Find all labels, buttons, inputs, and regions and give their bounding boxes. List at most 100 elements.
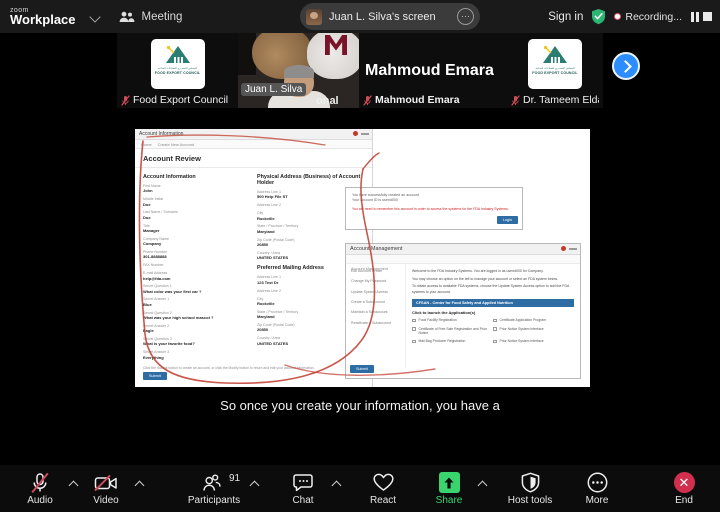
window-title: Account Information (139, 131, 184, 137)
audio-options-caret[interactable] (66, 469, 80, 509)
field-value: Manager (143, 228, 160, 233)
host-tools-button[interactable]: Host tools (499, 465, 561, 512)
pyramid-logo-icon (165, 45, 190, 63)
nav-item-edit-profile[interactable]: Edit Account Profile (351, 269, 405, 273)
end-call-icon: ✕ (673, 472, 695, 494)
section-heading: Physical Address (Business) of Account H… (257, 174, 361, 186)
nav-item-update-access[interactable]: Update System Access (351, 290, 405, 294)
sign-in-button[interactable]: Sign in (548, 11, 583, 23)
window-account-management[interactable]: Account Management Account Management Ed… (345, 243, 581, 379)
form-field: Secret Question 1 What color was your fir… (143, 284, 249, 294)
shared-content[interactable]: Account Information Home Create New Acco… (135, 129, 590, 387)
option-row[interactable]: Certificate Application Program (493, 318, 574, 323)
participant-name: Food Export Council (133, 94, 229, 106)
form-columns: Account Information First Name John Middl… (135, 168, 372, 363)
nav-item-change-password[interactable]: Change My Password (351, 279, 405, 283)
chat-options-caret[interactable] (329, 469, 343, 509)
participant-tile-active-speaker[interactable]: Juan L. Silva onal (238, 33, 359, 108)
logo-english-text: FOOD EXPORT COUNCIL (532, 71, 578, 75)
field-value: help@fda.com (143, 275, 171, 281)
stop-icon[interactable] (703, 12, 712, 21)
checkbox-icon[interactable] (412, 339, 416, 344)
participants-label: Participants (187, 494, 241, 506)
participants-count: 91 (229, 472, 241, 484)
zoom-workplace-logo: zoom Workplace (10, 7, 76, 26)
window-account-information[interactable]: Account Information Home Create New Acco… (135, 129, 373, 387)
checkbox-icon[interactable] (493, 339, 497, 344)
chevron-down-icon[interactable] (90, 11, 102, 23)
option-label: Certificate of Free Sale Registration an… (418, 326, 487, 335)
share-screen-icon (438, 472, 460, 494)
option-row[interactable]: Mail Bag Producer Registration (412, 339, 493, 344)
ellipsis-icon[interactable]: ⋯ (457, 8, 474, 25)
login-button[interactable]: Login (496, 216, 518, 224)
breadcrumb-item-create[interactable]: Create New Account (158, 142, 194, 148)
window-body: Edit Account Profile Change My Password … (346, 264, 580, 368)
video-button[interactable]: Video (80, 465, 132, 512)
participant-name-row: Mahmoud Emara (359, 94, 507, 106)
submit-button[interactable]: Submit (143, 372, 167, 380)
form-footnote: Click the Submit button to create an acc… (143, 366, 315, 371)
option-row[interactable]: Prior Notice System Interface (493, 327, 574, 336)
minimize-icon[interactable] (361, 132, 369, 135)
titlebar-right-group: Sign in Recording... (548, 0, 712, 33)
nav-item-reactivate-subaccount[interactable]: Reactivate a Subaccount (351, 321, 405, 325)
video-options-caret[interactable] (132, 469, 146, 509)
share-button[interactable]: Share (423, 465, 475, 512)
checkbox-icon[interactable] (493, 318, 497, 323)
message-warning: You will need to remember this account i… (352, 206, 509, 211)
meeting-controls-toolbar: Audio Video 91 Participants Chat React S… (0, 465, 720, 512)
field-value: 301-8888888 (143, 254, 167, 260)
pyramid-logo-icon (543, 45, 567, 63)
submit-button-container: Submit (350, 357, 374, 375)
shared-screen-indicator[interactable]: Juan L. Silva's screen ⋯ (300, 3, 480, 30)
participant-logo-avatar: المجلس التصديري للصناعات الغذائية FOOD E… (150, 39, 205, 89)
option-row[interactable]: Food Facility Registration (412, 318, 493, 323)
more-button[interactable]: More (571, 465, 623, 512)
participant-tile[interactable]: المجلس التصديري للصناعات الغذائية FOOD E… (117, 33, 238, 108)
end-label: End (675, 494, 693, 506)
end-meeting-button[interactable]: ✕ End (658, 465, 710, 512)
audio-button[interactable]: Audio (14, 465, 66, 512)
share-options-caret[interactable] (475, 469, 489, 509)
field-value: Doe (143, 201, 151, 207)
window-controls[interactable] (353, 131, 369, 136)
chat-button[interactable]: Chat (277, 465, 329, 512)
pause-icon[interactable] (691, 11, 699, 22)
option-label: Certificate Application Program (499, 318, 547, 323)
option-row[interactable]: Prior Notice System Interface (493, 339, 574, 344)
breadcrumb-item-home[interactable]: Home (141, 142, 152, 148)
filmstrip-next-button[interactable] (612, 52, 640, 80)
close-icon[interactable] (353, 131, 358, 136)
checkbox-icon[interactable] (493, 327, 497, 331)
minimize-icon[interactable] (569, 247, 577, 250)
participant-tile[interactable]: Mahmoud Emara Mahmoud Emara (359, 33, 507, 108)
intro-line-3: To obtain access to available FDA system… (412, 284, 570, 294)
video-label: Video (93, 494, 119, 506)
meeting-menu[interactable]: Meeting (119, 11, 182, 23)
shield-check-icon[interactable] (591, 8, 606, 25)
recording-label: Recording... (625, 10, 682, 23)
recording-controls (691, 11, 712, 22)
brand-large-text: Workplace (10, 12, 76, 27)
option-row[interactable]: Certificate of Free Sale Registration an… (412, 327, 493, 336)
participants-button[interactable]: 91 Participants (181, 465, 247, 512)
option-label: Prior Notice System Interface (499, 326, 544, 331)
participant-name-row: Food Export Council (117, 94, 238, 106)
nav-item-maintain-subaccount[interactable]: Maintain a Subaccount (351, 310, 405, 314)
participant-tile[interactable]: المجلس التصديري للصناعات الغذائية FOOD E… (507, 33, 603, 108)
participants-icon: 91 (203, 472, 240, 494)
window-account-created-message[interactable]: You have successfully created an account… (345, 187, 523, 230)
close-icon[interactable] (561, 246, 566, 251)
checkbox-icon[interactable] (412, 327, 416, 331)
window-controls[interactable] (561, 246, 577, 251)
microphone-muted-icon (511, 94, 520, 106)
participant-logo-avatar: المجلس التصديري للصناعات الغذائية FOOD E… (528, 39, 582, 89)
page-title: Account Review (135, 149, 372, 168)
submit-button[interactable]: Submit (350, 365, 374, 373)
heart-icon (372, 472, 394, 494)
participants-options-caret[interactable] (247, 469, 261, 509)
checkbox-icon[interactable] (412, 318, 416, 323)
react-button[interactable]: React (357, 465, 409, 512)
nav-item-create-subaccount[interactable]: Create a Subaccount (351, 300, 405, 304)
